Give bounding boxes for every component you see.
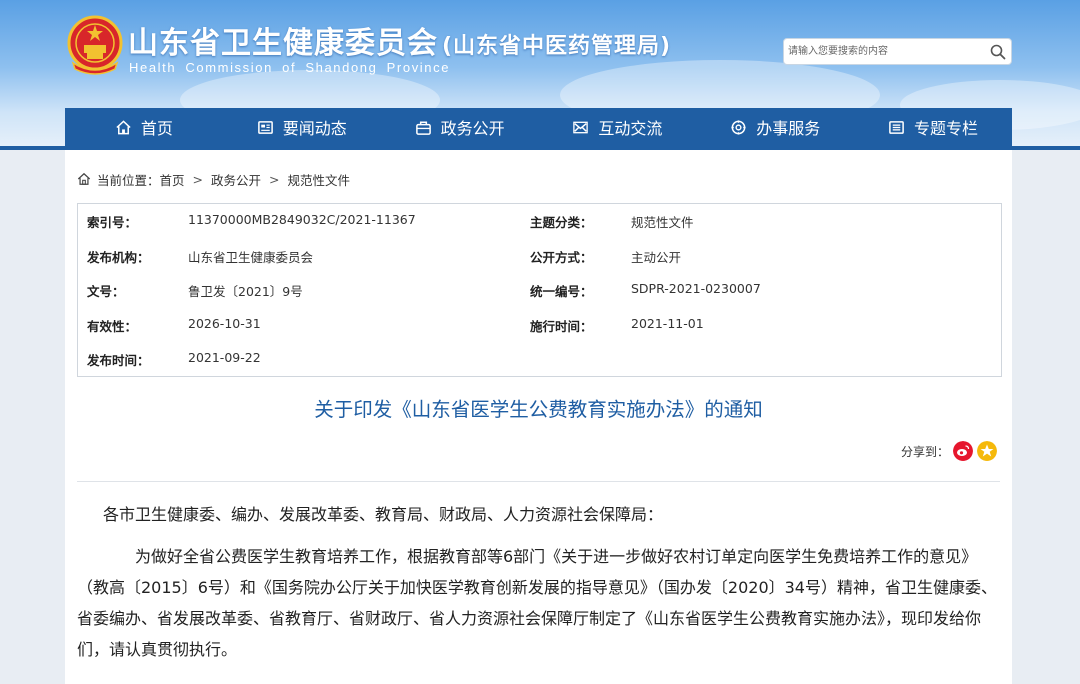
qzone-icon[interactable] bbox=[977, 441, 998, 461]
search-box bbox=[783, 38, 1012, 65]
nav-item-gov[interactable]: 政务公开 bbox=[381, 108, 539, 146]
nav-label: 办事服务 bbox=[756, 119, 821, 138]
publish-value: 2021-09-22 bbox=[188, 350, 261, 365]
nav-item-news[interactable]: 要闻动态 bbox=[223, 108, 381, 146]
site-title-main: 山东省卫生健康委员会 bbox=[128, 26, 438, 61]
share-bar: 分享到： bbox=[901, 440, 998, 462]
main-content: 当前位置： 首页 > 政务公开 > 规范性文件 索引号： 11370000MB2… bbox=[65, 150, 1012, 684]
disclosure-label: 公开方式： bbox=[530, 250, 593, 265]
publish-label: 发布时间： bbox=[87, 353, 150, 368]
breadcrumb-home[interactable]: 首页 bbox=[160, 170, 185, 189]
breadcrumb-current[interactable]: 规范性文件 bbox=[288, 170, 351, 189]
main-nav: 首页 要闻动态 政务公开 互动交流 办事服务 专题专栏 bbox=[65, 108, 1012, 146]
meta-row: 索引号： 11370000MB2849032C/2021-11367 主题分类：… bbox=[78, 212, 1003, 232]
index-no-value: 11370000MB2849032C/2021-11367 bbox=[188, 212, 416, 227]
index-no-label: 索引号： bbox=[87, 215, 138, 230]
breadcrumb-separator: > bbox=[269, 171, 280, 187]
breadcrumb-separator: > bbox=[192, 171, 204, 187]
weibo-icon[interactable] bbox=[953, 441, 974, 461]
article-salutation: 各市卫生健康委、编办、发展改革委、教育局、财政局、人力资源社会保障局： bbox=[103, 505, 664, 524]
topic-label: 主题分类： bbox=[530, 215, 593, 230]
meta-row: 发布机构： 山东省卫生健康委员会 公开方式： 主动公开 bbox=[78, 247, 1003, 267]
nav-item-home[interactable]: 首页 bbox=[65, 108, 223, 146]
topic-value: 规范性文件 bbox=[631, 215, 694, 230]
document-title: 关于印发《山东省医学生公费教育实施办法》的通知 bbox=[314, 398, 763, 421]
nav-item-interact[interactable]: 互动交流 bbox=[538, 108, 696, 146]
gov-icon bbox=[415, 121, 431, 135]
document-meta-table: 索引号： 11370000MB2849032C/2021-11367 主题分类：… bbox=[77, 203, 1002, 377]
home-icon bbox=[77, 172, 91, 185]
issuer-label: 发布机构： bbox=[87, 250, 150, 265]
nav-label: 互动交流 bbox=[598, 119, 663, 138]
effective-label: 施行时间： bbox=[530, 319, 593, 334]
breadcrumb: 当前位置： 首页 > 政务公开 > 规范性文件 bbox=[77, 170, 350, 188]
site-title[interactable]: 山东省卫生健康委员会 (山东省中医药管理局) bbox=[128, 18, 671, 62]
topic-icon bbox=[889, 120, 904, 134]
meta-row: 发布时间： 2021-09-22 bbox=[78, 350, 1003, 370]
search-input[interactable] bbox=[788, 41, 984, 62]
validity-label: 有效性： bbox=[87, 319, 138, 334]
site-title-sub: (山东省中医药管理局) bbox=[442, 34, 672, 59]
doc-no-value: 鲁卫发〔2021〕9号 bbox=[188, 284, 303, 299]
article-paragraph: 为做好全省公费医学生教育培养工作，根据教育部等6部门《关于进一步做好农村订单定向… bbox=[77, 547, 997, 659]
nav-item-service[interactable]: 办事服务 bbox=[696, 108, 854, 146]
disclosure-value: 主动公开 bbox=[631, 250, 682, 265]
nav-label: 首页 bbox=[140, 119, 173, 138]
nav-label: 要闻动态 bbox=[282, 119, 347, 138]
nav-label: 专题专栏 bbox=[914, 119, 979, 138]
home-icon bbox=[116, 119, 131, 134]
national-emblem-icon bbox=[67, 15, 123, 75]
unified-no-value: SDPR-2021-0230007 bbox=[631, 281, 761, 296]
breadcrumb-label: 当前位置： bbox=[97, 172, 160, 188]
share-label: 分享到： bbox=[901, 444, 950, 459]
meta-row: 文号： 鲁卫发〔2021〕9号 统一编号： SDPR-2021-0230007 bbox=[78, 281, 1003, 301]
site-title-english: Health Commission of Shandong Province bbox=[129, 60, 451, 75]
validity-value: 2026-10-31 bbox=[188, 316, 261, 331]
news-icon bbox=[257, 120, 273, 134]
effective-value: 2021-11-01 bbox=[631, 316, 704, 331]
search-icon[interactable] bbox=[990, 44, 1006, 60]
breadcrumb-gov[interactable]: 政务公开 bbox=[211, 170, 261, 189]
interact-icon bbox=[573, 121, 589, 133]
divider bbox=[77, 481, 1000, 482]
service-icon bbox=[731, 119, 746, 135]
issuer-value: 山东省卫生健康委员会 bbox=[188, 250, 314, 265]
doc-no-label: 文号： bbox=[87, 284, 125, 299]
nav-label: 政务公开 bbox=[440, 119, 505, 138]
nav-item-topic[interactable]: 专题专栏 bbox=[854, 108, 1012, 146]
unified-no-label: 统一编号： bbox=[530, 284, 593, 299]
meta-row: 有效性： 2026-10-31 施行时间： 2021-11-01 bbox=[78, 316, 1003, 336]
